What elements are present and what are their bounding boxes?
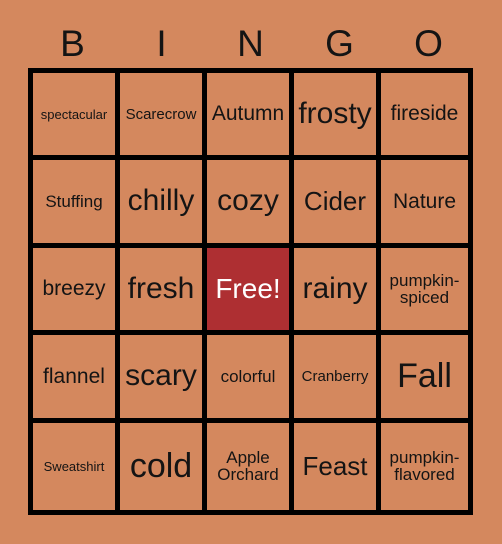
bingo-cell[interactable]: frosty <box>294 73 381 161</box>
bingo-cell[interactable]: Scarecrow <box>120 73 207 161</box>
bingo-cell[interactable]: chilly <box>120 160 207 248</box>
bingo-cell[interactable]: Fall <box>381 335 468 423</box>
bingo-cell[interactable]: fresh <box>120 247 207 336</box>
bingo-cell-label: Free! <box>215 272 281 304</box>
bingo-cell-label: pumpkin-flavored <box>389 447 460 485</box>
bingo-cell[interactable]: fireside <box>381 73 468 161</box>
bingo-cell[interactable]: flannel <box>33 335 120 423</box>
bingo-cell-label: Fall <box>397 357 452 396</box>
bingo-card: B I N G O spectacular Scarecrow Autumn fros… <box>0 0 502 544</box>
bingo-cell-label: colorful <box>220 366 276 386</box>
bingo-cell[interactable]: cozy <box>207 160 294 248</box>
bingo-cell-label: frosty <box>298 96 372 130</box>
bingo-grid: spectacular Scarecrow Autumn frosty fireside… <box>28 68 473 515</box>
bingo-cell[interactable]: Cranberry <box>294 335 381 423</box>
bingo-cell-label: Stuffing <box>45 191 103 211</box>
bingo-cell-label: Autumn <box>211 102 285 126</box>
header-letter-o: O <box>414 22 443 64</box>
bingo-cell[interactable]: Feast <box>294 422 381 510</box>
bingo-cell-free[interactable]: Free! <box>207 247 294 336</box>
bingo-cell-label: pumpkin-spiced <box>389 270 460 307</box>
bingo-cell[interactable]: pumpkin-spiced <box>381 247 468 336</box>
bingo-cell-label: cold <box>129 446 193 485</box>
bingo-cell-label: cozy <box>217 184 279 218</box>
bingo-cell-label: Scarecrow <box>125 105 197 123</box>
bingo-cell[interactable]: Sweatshirt <box>33 422 120 510</box>
bingo-cell[interactable]: Apple Orchard <box>207 422 294 510</box>
bingo-cell[interactable]: spectacular <box>33 73 120 161</box>
bingo-cell-label: Feast <box>302 451 368 482</box>
bingo-cell[interactable]: Stuffing <box>33 160 120 248</box>
bingo-cell-label: Sweatshirt <box>43 458 105 474</box>
header-letter-g: G <box>325 22 354 64</box>
bingo-cell-label: chilly <box>127 184 195 218</box>
header-letter-n: N <box>237 22 264 64</box>
bingo-cell[interactable]: rainy <box>294 247 381 336</box>
bingo-cell[interactable]: pumpkin-flavored <box>381 422 468 510</box>
bingo-cell-label: flannel <box>43 364 105 388</box>
bingo-cell-label: Nature <box>392 189 457 213</box>
header-letter-b: B <box>60 22 85 64</box>
bingo-cell[interactable]: breezy <box>33 247 120 336</box>
bingo-cell-label: scary <box>125 359 197 393</box>
bingo-header: B I N G O <box>28 18 473 68</box>
bingo-cell[interactable]: Nature <box>381 160 468 248</box>
bingo-cell-label: Apple Orchard <box>217 447 279 485</box>
bingo-cell-label: fireside <box>390 102 459 126</box>
bingo-cell-label: breezy <box>42 277 106 301</box>
bingo-cell-label: rainy <box>302 271 368 305</box>
bingo-cell[interactable]: scary <box>120 335 207 423</box>
bingo-cell[interactable]: Cider <box>294 160 381 248</box>
bingo-cell-label: spectacular <box>40 106 108 122</box>
bingo-cell[interactable]: Autumn <box>207 73 294 161</box>
header-letter-i: I <box>156 22 167 64</box>
bingo-cell[interactable]: cold <box>120 422 207 510</box>
bingo-cell-label: Cranberry <box>301 367 369 385</box>
bingo-cell[interactable]: colorful <box>207 335 294 423</box>
bingo-cell-label: Cider <box>303 186 367 217</box>
bingo-cell-label: fresh <box>127 271 195 305</box>
